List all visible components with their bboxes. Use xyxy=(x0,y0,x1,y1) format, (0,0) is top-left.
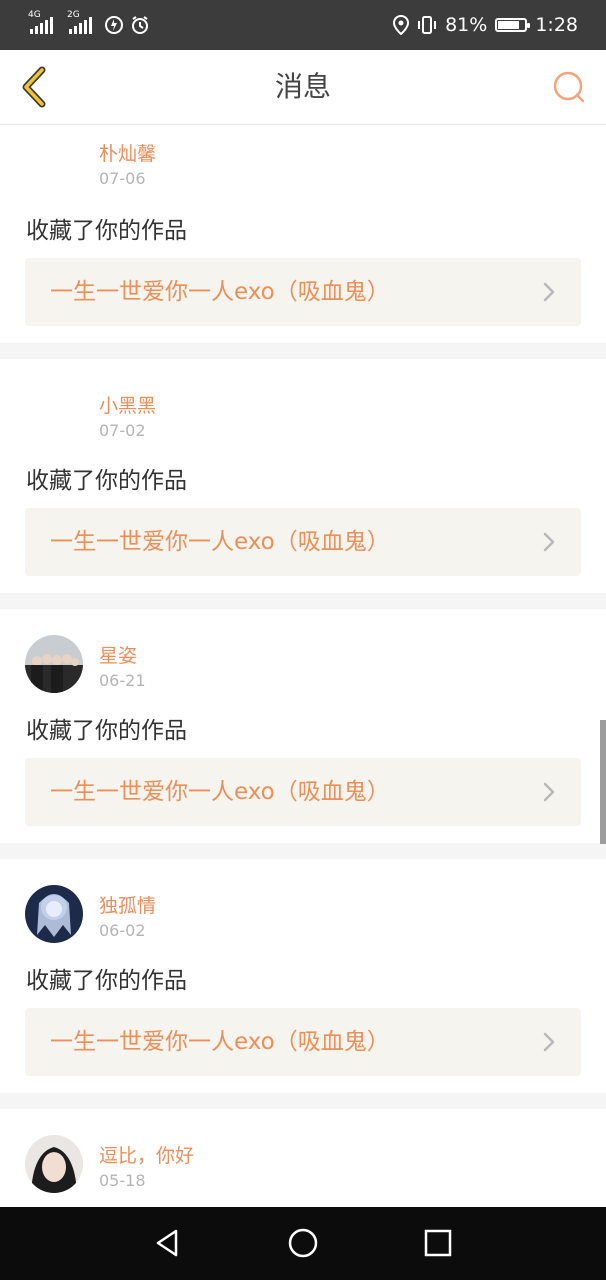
page-title: 消息 xyxy=(274,70,331,103)
user-name[interactable]: 朴灿馨 xyxy=(99,139,156,166)
user-name[interactable]: 小黑黑 xyxy=(99,391,156,418)
alarm-icon xyxy=(132,16,148,34)
avatar[interactable] xyxy=(25,885,83,943)
nav-back-button[interactable] xyxy=(150,1225,186,1261)
top-nav-bar: 消息 xyxy=(0,50,606,125)
work-link[interactable]: 一生一世爱你一人exo（吸血鬼） xyxy=(25,258,581,326)
message-card: 独孤情 06-02 收藏了你的作品 一生一世爱你一人exo（吸血鬼） xyxy=(0,859,606,1093)
status-bar-left: 4G 2G xyxy=(28,10,150,38)
message-date: 06-02 xyxy=(99,921,146,940)
chevron-right-icon xyxy=(543,532,555,552)
scrollbar[interactable] xyxy=(600,720,606,844)
message-date: 06-21 xyxy=(99,671,146,690)
signal-icon: 4G xyxy=(28,10,53,34)
message-date: 07-02 xyxy=(99,421,146,440)
nav-recent-button[interactable] xyxy=(420,1225,456,1261)
work-link[interactable]: 一生一世爱你一人exo（吸血鬼） xyxy=(25,508,581,576)
status-bar: 4G 2G 81% 1:28 xyxy=(0,0,606,50)
message-action: 收藏了你的作品 xyxy=(26,718,187,744)
triangle-back-icon xyxy=(156,1229,178,1257)
work-title: 一生一世爱你一人exo（吸血鬼） xyxy=(50,779,390,805)
message-card: 小黑黑 07-02 收藏了你的作品 一生一世爱你一人exo（吸血鬼） xyxy=(0,359,606,593)
avatar[interactable] xyxy=(25,1135,83,1193)
square-recent-icon xyxy=(424,1229,452,1257)
message-action: 收藏了你的作品 xyxy=(26,468,187,494)
chevron-right-icon xyxy=(543,282,555,302)
chevron-right-icon xyxy=(543,782,555,802)
circle-home-icon xyxy=(288,1228,318,1258)
status-bar-right: 81% 1:28 xyxy=(393,12,578,38)
message-date: 05-18 xyxy=(99,1171,146,1190)
user-name[interactable]: 逗比，你好 xyxy=(99,1141,194,1168)
data-saver-icon xyxy=(105,16,123,34)
user-name[interactable]: 独孤情 xyxy=(99,891,156,918)
message-card: 朴灿馨 07-06 收藏了你的作品 一生一世爱你一人exo（吸血鬼） xyxy=(0,125,606,343)
network-type-2: 2G xyxy=(67,10,80,20)
work-link[interactable]: 一生一世爱你一人exo（吸血鬼） xyxy=(25,1008,581,1076)
vibrate-icon xyxy=(418,16,437,34)
avatar[interactable] xyxy=(25,635,83,693)
chevron-right-icon xyxy=(543,1032,555,1052)
search-button[interactable] xyxy=(546,64,592,110)
work-title: 一生一世爱你一人exo（吸血鬼） xyxy=(50,529,390,555)
work-title: 一生一世爱你一人exo（吸血鬼） xyxy=(50,1029,390,1055)
message-date: 07-06 xyxy=(99,169,146,188)
signal-icon-2: 2G xyxy=(67,10,92,34)
nav-home-button[interactable] xyxy=(285,1225,321,1261)
work-link[interactable]: 一生一世爱你一人exo（吸血鬼） xyxy=(25,758,581,826)
clock: 1:28 xyxy=(535,14,578,36)
message-card: 星姿 06-21 收藏了你的作品 一生一世爱你一人exo（吸血鬼） xyxy=(0,609,606,843)
battery-level xyxy=(498,21,520,29)
message-action: 收藏了你的作品 xyxy=(26,968,187,994)
message-list: 朴灿馨 07-06 收藏了你的作品 一生一世爱你一人exo（吸血鬼） 小黑黑 0… xyxy=(0,125,606,1229)
message-action: 收藏了你的作品 xyxy=(26,218,187,244)
network-type-1: 4G xyxy=(28,10,41,20)
search-icon xyxy=(553,71,585,103)
system-nav-bar xyxy=(0,1207,606,1280)
battery-percent: 81% xyxy=(445,14,488,36)
battery-icon xyxy=(495,18,531,32)
user-name[interactable]: 星姿 xyxy=(99,641,137,668)
location-icon xyxy=(393,15,410,35)
work-title: 一生一世爱你一人exo（吸血鬼） xyxy=(50,279,390,305)
